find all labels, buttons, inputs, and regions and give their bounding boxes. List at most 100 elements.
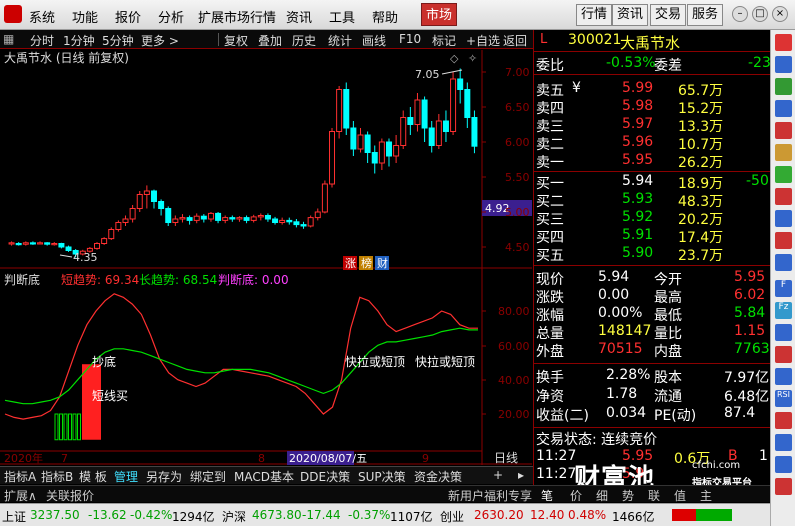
new-user-link[interactable]: 新用户福利专享: [448, 487, 532, 504]
maximize-icon[interactable]: □: [752, 6, 768, 22]
button-news[interactable]: 资讯: [612, 4, 649, 26]
right-toolbar: F Fz RSI: [770, 30, 795, 526]
list-icon[interactable]: [775, 78, 792, 95]
rsi-icon[interactable]: RSI: [775, 390, 792, 407]
expand-button[interactable]: 扩展∧: [4, 487, 37, 504]
menu-extended-market[interactable]: 扩展市场行情: [198, 7, 276, 26]
tab-trades[interactable]: 笔: [541, 487, 553, 504]
tab-dde[interactable]: DDE决策: [300, 468, 350, 485]
pen-icon[interactable]: [775, 434, 792, 451]
tag-zhang[interactable]: 涨: [345, 257, 356, 270]
tab-link[interactable]: 联: [648, 487, 660, 504]
tool-back[interactable]: 返回: [503, 32, 527, 49]
tag-bang[interactable]: 榜: [361, 256, 372, 270]
gear-icon[interactable]: ✧: [468, 52, 477, 65]
fund-value-2: 7.97亿: [724, 370, 770, 386]
candle-body: [22, 242, 29, 245]
index-sh-name[interactable]: 上证: [2, 508, 26, 525]
tab-manage[interactable]: 管理: [114, 468, 138, 485]
candle-body: [129, 208, 136, 220]
index-hs-value: 4673.80: [252, 508, 302, 522]
menu-function[interactable]: 功能: [72, 7, 98, 26]
menu-system[interactable]: 系统: [29, 7, 55, 26]
tool-add-watchlist[interactable]: +自选: [466, 32, 500, 49]
chart-icon[interactable]: [775, 56, 792, 73]
tab-fund[interactable]: 资金决策: [414, 468, 462, 485]
tab-trend[interactable]: 势: [622, 487, 634, 504]
tool-f10[interactable]: F10: [399, 32, 421, 46]
tool-intraday[interactable]: 分时: [30, 32, 54, 49]
tab-add[interactable]: +: [493, 468, 503, 482]
diamond-icon[interactable]: ◇: [450, 52, 459, 65]
tool-draw[interactable]: 画线: [362, 32, 386, 49]
volume-icon[interactable]: [775, 346, 792, 363]
zoom-icon[interactable]: [775, 456, 792, 473]
tab-value[interactable]: 值: [674, 487, 686, 504]
candle-body: [58, 243, 65, 248]
tool-adjust[interactable]: 复权: [224, 32, 248, 49]
fire-icon[interactable]: [775, 188, 792, 205]
candle-body: [435, 120, 442, 146]
candle-body: [336, 89, 343, 132]
menu-help[interactable]: 帮助: [372, 7, 398, 26]
tick-icon[interactable]: [775, 324, 792, 341]
minimize-icon[interactable]: –: [732, 6, 748, 22]
stat-label-2: 量比: [654, 326, 682, 342]
tool-5min[interactable]: 5分钟: [102, 32, 134, 49]
menu-analysis[interactable]: 分析: [158, 7, 184, 26]
button-service[interactable]: 服务: [687, 4, 724, 26]
ask-volume: 65.7万: [678, 83, 724, 99]
index-cy-name[interactable]: 创业: [440, 508, 464, 525]
bar-icon[interactable]: [775, 144, 792, 161]
related-quote-tab[interactable]: 关联报价: [46, 487, 94, 504]
home-icon[interactable]: [775, 34, 792, 51]
cost-icon[interactable]: [775, 368, 792, 385]
tool-history[interactable]: 历史: [292, 32, 316, 49]
button-quotes[interactable]: 行情: [576, 4, 613, 26]
menu-bar: 系统 功能 报价 分析 扩展市场行情 资讯 工具 帮助 市场 行情 资讯 交易 …: [0, 0, 795, 30]
tool-1min[interactable]: 1分钟: [63, 32, 95, 49]
tab-template[interactable]: 模 板: [79, 468, 107, 485]
tab-bind-to[interactable]: 绑定到: [190, 468, 226, 485]
bookmark-icon[interactable]: [775, 412, 792, 429]
period-label[interactable]: 日线: [494, 451, 518, 465]
tag-cai[interactable]: 财: [377, 256, 388, 270]
button-trade[interactable]: 交易: [650, 4, 687, 26]
watermark-url: cfchi.com: [692, 460, 741, 471]
fbi-icon[interactable]: F: [775, 280, 792, 297]
menu-tools[interactable]: 工具: [329, 7, 355, 26]
tool-mark[interactable]: 标记: [432, 32, 456, 49]
news-icon[interactable]: [775, 100, 792, 117]
index-hs-name[interactable]: 沪深: [222, 508, 246, 525]
tool-stats[interactable]: 统计: [328, 32, 352, 49]
grid-icon[interactable]: ▦: [3, 32, 14, 46]
kline-chart[interactable]: 大禹节水 (日线 前复权) ◇ ✧ 7.05 4.35 4.92 7.00 6.5…: [0, 50, 532, 470]
stack-icon[interactable]: [775, 232, 792, 249]
tab-save-as[interactable]: 另存为: [146, 468, 182, 485]
menu-news[interactable]: 资讯: [286, 7, 312, 26]
tab-detail[interactable]: 细: [596, 487, 608, 504]
tab-price[interactable]: 价: [570, 487, 582, 504]
doc-icon[interactable]: [775, 210, 792, 227]
grid-icon-2[interactable]: [775, 122, 792, 139]
tab-indicator-b[interactable]: 指标B: [41, 468, 73, 485]
candle-body: [29, 242, 36, 245]
tool-overlay[interactable]: 叠加: [258, 32, 282, 49]
bottom-signal-bar: [59, 413, 63, 441]
tab-main[interactable]: 主: [700, 487, 712, 504]
tab-sup[interactable]: SUP决策: [358, 468, 406, 485]
ask-extra: ¥: [572, 80, 581, 96]
date-label-aug: 8: [258, 452, 265, 465]
tab-indicator-a[interactable]: 指标A: [4, 468, 36, 485]
index-hs-amount: 1107亿: [390, 510, 433, 524]
tab-macd[interactable]: MACD基本: [234, 468, 294, 485]
menu-quote[interactable]: 报价: [115, 7, 141, 26]
tool-more[interactable]: 更多 >: [141, 32, 179, 49]
arrow-icon[interactable]: [775, 478, 792, 495]
trend-icon[interactable]: [775, 166, 792, 183]
tab-scroll[interactable]: ▸: [518, 468, 524, 482]
close-icon[interactable]: ×: [772, 6, 788, 22]
compare-icon[interactable]: [775, 254, 792, 271]
fz-icon[interactable]: Fz: [775, 302, 792, 319]
menu-market[interactable]: 市场: [421, 3, 457, 26]
